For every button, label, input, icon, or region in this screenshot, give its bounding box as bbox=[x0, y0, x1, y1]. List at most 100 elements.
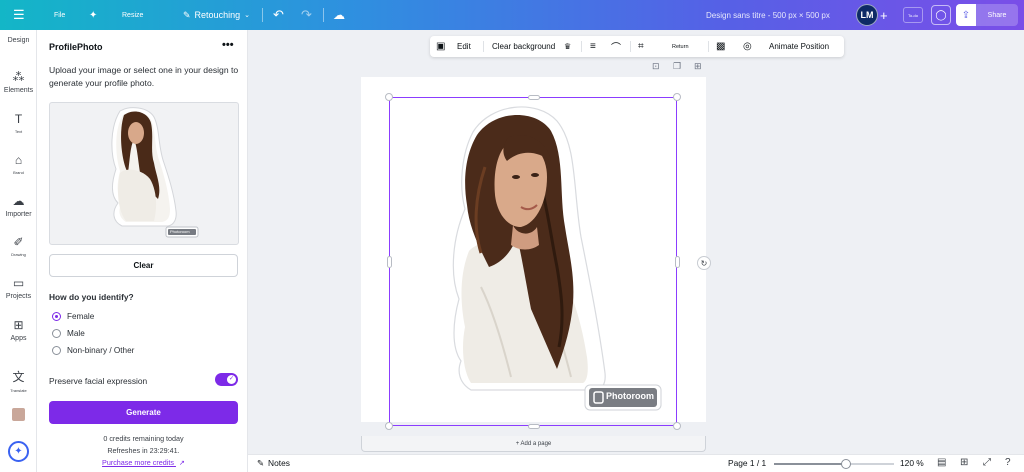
document-title[interactable]: Design sans titre - 500 px × 500 px bbox=[706, 0, 830, 30]
clear-background-button[interactable]: Clear background bbox=[492, 36, 555, 57]
credits-remaining: 0 credits remaining today bbox=[103, 434, 184, 443]
identify-question: How do you identify? bbox=[49, 292, 134, 302]
todo-button[interactable]: To-do bbox=[903, 7, 923, 23]
add-collaborator-icon[interactable]: + bbox=[880, 0, 888, 30]
profile-photo-panel: ProfilePhoto ••• Upload your image or se… bbox=[37, 30, 248, 472]
resize-handle-bottom-right[interactable] bbox=[673, 422, 681, 430]
share-button[interactable]: ⇪ Share bbox=[956, 4, 1018, 26]
resize-handle-bottom[interactable] bbox=[528, 424, 540, 429]
image-preview[interactable]: Photoroom bbox=[49, 102, 239, 245]
magic-switch-icon[interactable]: ✦ bbox=[89, 0, 97, 30]
radio-dot[interactable] bbox=[52, 329, 61, 338]
resize-handle-top[interactable] bbox=[528, 95, 540, 100]
divider bbox=[581, 41, 582, 52]
rail-item-importer[interactable]: ☁ Importer bbox=[0, 194, 37, 218]
rail-label: Design bbox=[7, 37, 30, 44]
rail-item-design[interactable]: ▦ Design bbox=[0, 20, 37, 44]
comment-icon[interactable]: ◯ bbox=[931, 5, 951, 25]
animate-position-button[interactable]: Animate Position bbox=[769, 36, 829, 57]
image-icon[interactable]: ▣ bbox=[436, 36, 445, 57]
chevron-down-icon: ⌄ bbox=[244, 12, 250, 19]
pages-view-icon[interactable]: ▤ bbox=[937, 457, 946, 468]
upload-icon: ☁ bbox=[12, 194, 25, 208]
rail-label: Drawing bbox=[11, 252, 26, 257]
redo-icon[interactable]: ↷ bbox=[301, 0, 312, 30]
divider bbox=[262, 8, 263, 22]
rail-item-text[interactable]: T Text bbox=[0, 112, 37, 134]
resize-handle-left[interactable] bbox=[387, 256, 392, 268]
pencil-icon: ✎ bbox=[183, 9, 191, 20]
rail-item-brand[interactable]: ⌂ Brand bbox=[0, 153, 37, 175]
share-upload-icon: ⇪ bbox=[956, 4, 976, 26]
zoom-slider[interactable] bbox=[774, 459, 894, 469]
rotate-icon[interactable]: ↻ bbox=[697, 256, 711, 270]
crown-icon: ♛ bbox=[564, 42, 572, 51]
radio-dot[interactable] bbox=[52, 312, 61, 321]
page-indicator[interactable]: Page 1 / 1 bbox=[728, 458, 766, 468]
resize-button[interactable]: Resize bbox=[122, 0, 143, 30]
zoom-slider-knob[interactable] bbox=[841, 459, 851, 469]
radio-male[interactable]: Male bbox=[52, 329, 85, 338]
drawing-icon: ✐ bbox=[13, 235, 24, 249]
share-label: Share bbox=[987, 11, 1007, 19]
transparency-icon[interactable]: ▩ bbox=[716, 36, 725, 57]
radio-female[interactable]: Female bbox=[52, 312, 94, 321]
file-menu[interactable]: File bbox=[54, 0, 65, 30]
animate-icon[interactable]: ◎ bbox=[743, 36, 752, 57]
rail-item-elements[interactable]: ⁂ Elements bbox=[0, 70, 37, 94]
rail-label: Apps bbox=[10, 335, 27, 342]
divider bbox=[630, 41, 631, 52]
radio-label: Female bbox=[67, 312, 95, 321]
rail-item-translate[interactable]: 文 Translate bbox=[0, 368, 37, 393]
magic-sparkle-icon[interactable]: ✦ bbox=[8, 441, 29, 462]
purchase-link-label: Purchase more credits bbox=[102, 458, 174, 467]
zoom-slider-fill bbox=[774, 463, 846, 465]
preserve-expression-toggle[interactable] bbox=[215, 373, 238, 386]
zoom-level[interactable]: 120 % bbox=[900, 458, 924, 468]
rail-label: Elements bbox=[3, 87, 34, 94]
notes-label: Notes bbox=[268, 458, 290, 468]
corner-rounding-icon[interactable]: ⌒ bbox=[611, 36, 621, 57]
help-icon[interactable]: ? bbox=[1005, 457, 1011, 468]
text-icon: T bbox=[14, 112, 23, 126]
undo-icon[interactable]: ↶ bbox=[273, 0, 284, 30]
rail-item-drawing[interactable]: ✐ Drawing bbox=[0, 235, 37, 257]
resize-handle-top-right[interactable] bbox=[673, 93, 681, 101]
border-style-icon[interactable]: ≡ bbox=[590, 36, 596, 57]
rail-item-projects[interactable]: ▭ Projects bbox=[0, 276, 37, 300]
divider bbox=[323, 8, 324, 22]
radio-label: Male bbox=[67, 329, 85, 338]
rail-label: Text bbox=[14, 129, 23, 134]
clear-button[interactable]: Clear bbox=[49, 254, 238, 277]
credits-refresh: Refreshes in 23:29:41. bbox=[107, 446, 180, 455]
retouching-menu[interactable]: ✎ Retouching ⌄ bbox=[183, 0, 250, 30]
more-options-icon[interactable]: ••• bbox=[222, 39, 234, 51]
lock-icon[interactable]: ⊡ bbox=[652, 61, 660, 72]
generate-button[interactable]: Generate bbox=[49, 401, 238, 424]
return-button[interactable]: Return bbox=[672, 36, 689, 57]
resize-handle-right[interactable] bbox=[675, 256, 680, 268]
translate-icon: 文 bbox=[12, 370, 25, 384]
purchase-credits-link[interactable]: Purchase more credits ↗ bbox=[49, 458, 238, 467]
fullscreen-icon[interactable]: ⤢ bbox=[983, 457, 991, 468]
rail-label: Brand bbox=[13, 170, 24, 175]
radio-non-binary[interactable]: Non-binary / Other bbox=[52, 346, 134, 355]
add-page-button[interactable]: + Add a page bbox=[361, 436, 706, 452]
avatar[interactable]: LM bbox=[856, 4, 878, 26]
grid-view-icon[interactable]: ⊞ bbox=[960, 457, 968, 468]
rail-item-apps[interactable]: ⊞ Apps bbox=[0, 318, 37, 342]
crop-icon[interactable]: ⌗ bbox=[638, 36, 644, 57]
cloud-saved-icon[interactable]: ☁ bbox=[333, 0, 345, 30]
edit-button[interactable]: Edit bbox=[457, 36, 471, 57]
selection-box[interactable] bbox=[389, 97, 677, 426]
brand-icon: ⌂ bbox=[14, 153, 23, 167]
rail-label: Translate bbox=[10, 388, 27, 393]
app-thumbnail[interactable] bbox=[12, 408, 25, 421]
notes-button[interactable]: ✎ Notes bbox=[257, 458, 290, 468]
duplicate-page-icon[interactable]: ❐ bbox=[673, 61, 681, 72]
add-page-icon[interactable]: ⊞ bbox=[694, 61, 702, 72]
radio-dot[interactable] bbox=[52, 346, 61, 355]
preserve-expression-label: Preserve facial expression bbox=[49, 376, 148, 386]
resize-handle-bottom-left[interactable] bbox=[385, 422, 393, 430]
resize-handle-top-left[interactable] bbox=[385, 93, 393, 101]
